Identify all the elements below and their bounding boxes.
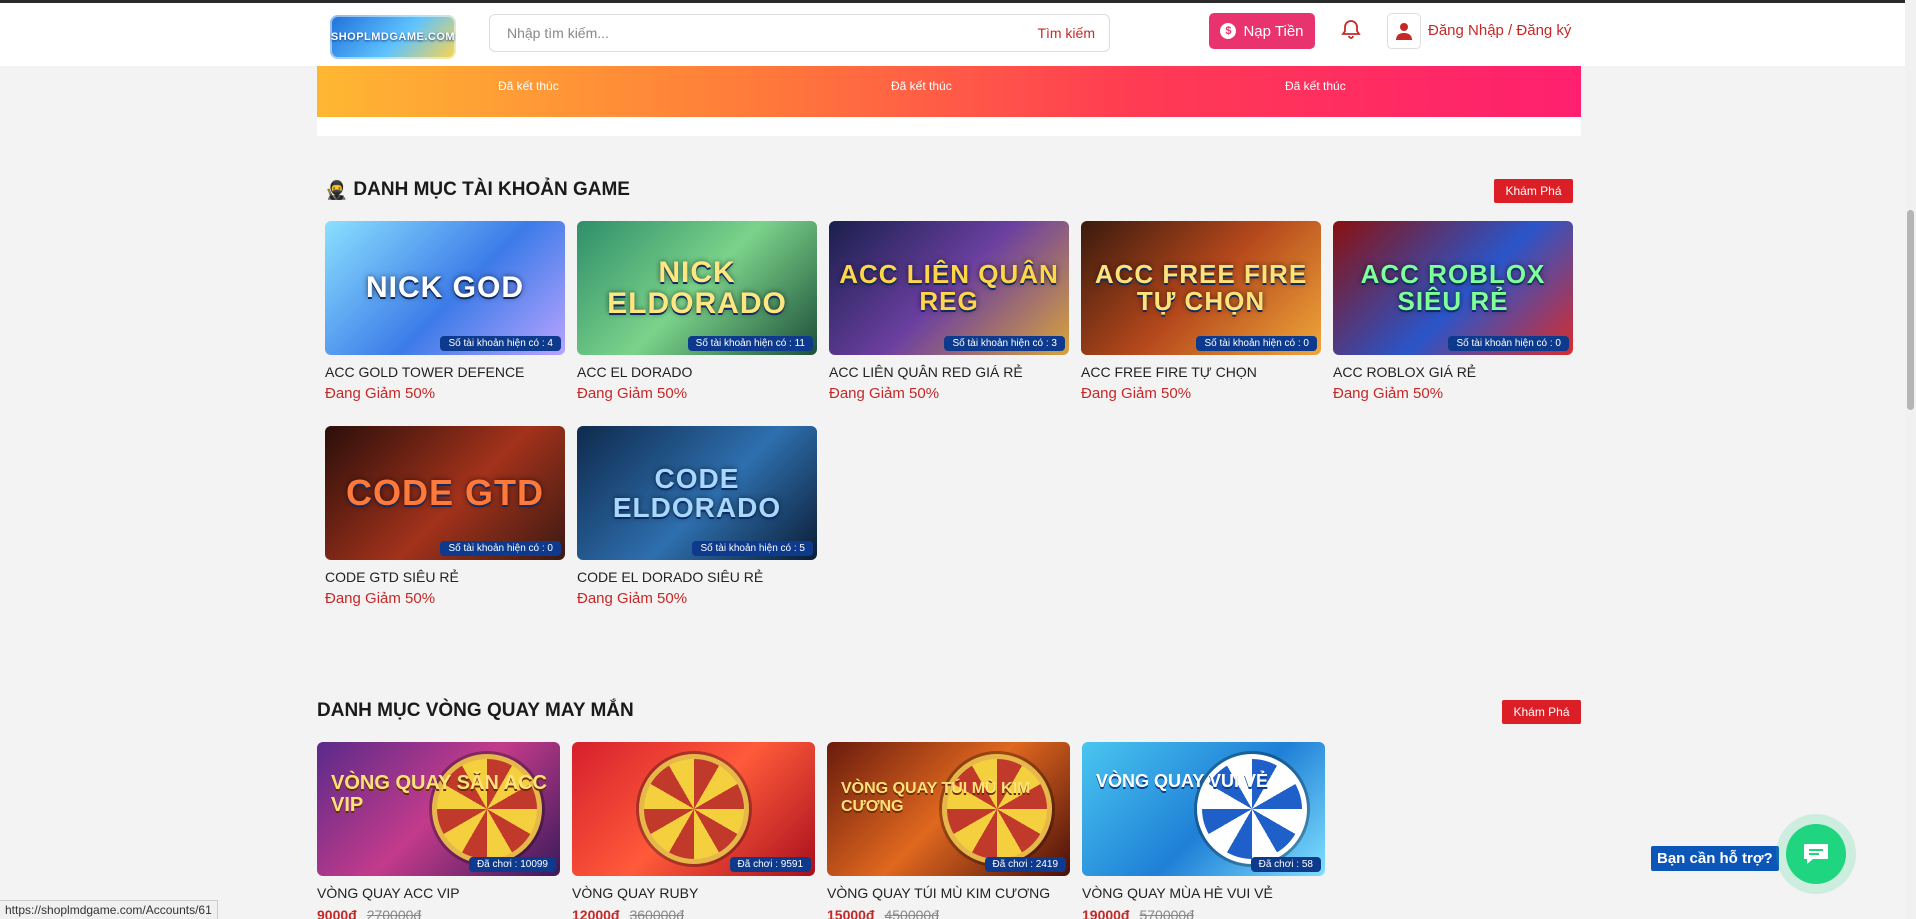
support-label[interactable]: Bạn cần hỗ trợ? [1651, 846, 1779, 871]
card-price: 15000đ 450000đ [827, 907, 939, 919]
plays-badge: Đã chơi : 9591 [729, 857, 811, 872]
account-card[interactable]: CODE GTD Số tài khoản hiện có : 0 CODE G… [325, 426, 565, 607]
plays-badge: Đã chơi : 2419 [984, 857, 1066, 872]
login-register-link[interactable]: Đăng Nhập / Đăng ký [1428, 22, 1571, 39]
flash-sale-banner: Đã kết thúc Đã kết thúc Đã kết thúc [317, 66, 1581, 117]
user-avatar-button[interactable] [1387, 13, 1421, 49]
section-title-accounts: 🥷 DANH MỤC TÀI KHOẢN GAME [325, 179, 630, 200]
plays-badge: Đã chơi : 58 [1250, 857, 1321, 872]
card-title: CODE GTD SIÊU RẺ [325, 569, 459, 585]
stock-badge: Số tài khoản hiện có : 0 [1196, 336, 1317, 351]
section-title-wheels: DANH MỤC VÒNG QUAY MAY MẮN [317, 700, 634, 721]
card-thumbnail: VÒNG QUAY VUI VẺ Đã chơi : 58 [1082, 742, 1325, 876]
card-discount: Đang Giảm 50% [577, 385, 688, 402]
account-card[interactable]: ACC LIÊN QUÂN REG Số tài khoản hiện có :… [829, 221, 1069, 402]
wheel-graphic [639, 754, 749, 864]
topup-label: Nạp Tiền [1243, 22, 1304, 40]
card-thumbnail: NICK ELDORADO Số tài khoản hiện có : 11 [577, 221, 817, 355]
card-title: VÒNG QUAY TÚI MÙ KIM CƯƠNG [827, 885, 1051, 901]
card-discount: Đang Giảm 50% [577, 590, 688, 607]
wheel-card[interactable]: VÒNG QUAY TÚI MÙ KIM CƯƠNG Đã chơi : 241… [827, 742, 1070, 919]
search-button[interactable]: Tìm kiếm [1037, 25, 1095, 41]
chat-icon [1804, 844, 1828, 864]
card-title: CODE EL DORADO SIÊU RẺ [577, 569, 764, 585]
card-thumbnail: ACC FREE FIRE TỰ CHỌN Số tài khoản hiện … [1081, 221, 1321, 355]
card-discount: Đang Giảm 50% [829, 385, 940, 402]
top-header: SHOPLMDGAME.COM Tìm kiếm $ Nạp Tiền Đăng… [0, 0, 1905, 66]
card-title: ACC FREE FIRE TỰ CHỌN [1081, 364, 1257, 380]
card-price: 12000đ 360000đ [572, 907, 684, 919]
card-thumbnail: VÒNG QUAY TÚI MÙ KIM CƯƠNG Đã chơi : 241… [827, 742, 1070, 876]
bell-icon[interactable] [1339, 18, 1363, 42]
stock-badge: Số tài khoản hiện có : 0 [440, 541, 561, 556]
banner-status: Đã kết thúc [891, 79, 952, 93]
card-title: ACC GOLD TOWER DEFENCE [325, 364, 525, 380]
support-chat-button[interactable] [1786, 824, 1846, 884]
banner-status: Đã kết thúc [1285, 79, 1346, 93]
banner-footer [317, 117, 1581, 136]
plays-badge: Đã chơi : 10099 [468, 857, 556, 872]
banner-status: Đã kết thúc [498, 79, 559, 93]
card-discount: Đang Giảm 50% [325, 385, 436, 402]
card-discount: Đang Giảm 50% [325, 590, 436, 607]
vertical-scrollbar[interactable] [1905, 0, 1916, 919]
card-thumbnail: Đã chơi : 9591 [572, 742, 815, 876]
card-title: ACC EL DORADO [577, 364, 693, 380]
stock-badge: Số tài khoản hiện có : 0 [1448, 336, 1569, 351]
stock-badge: Số tài khoản hiện có : 11 [687, 336, 813, 351]
card-title: VÒNG QUAY MÙA HÈ VUI VẺ [1082, 885, 1273, 901]
card-title: ACC LIÊN QUÂN RED GIÁ RẺ [829, 364, 1023, 380]
card-price: 9000đ 270000đ [317, 907, 422, 919]
card-discount: Đang Giảm 50% [1081, 385, 1192, 402]
site-logo[interactable]: SHOPLMDGAME.COM [330, 15, 456, 59]
account-card[interactable]: CODE ELDORADO Số tài khoản hiện có : 5 C… [577, 426, 817, 607]
link-status-bar: https://shoplmdgame.com/Accounts/61 [0, 900, 218, 919]
explore-accounts-button[interactable]: Khám Phá [1494, 179, 1573, 203]
account-card[interactable]: NICK GOD Số tài khoản hiện có : 4 ACC GO… [325, 221, 565, 402]
topup-button[interactable]: $ Nạp Tiền [1209, 13, 1315, 49]
card-title: VÒNG QUAY RUBY [572, 885, 699, 901]
explore-wheels-button[interactable]: Khám Phá [1502, 700, 1581, 724]
card-title: VÒNG QUAY ACC VIP [317, 885, 460, 901]
card-thumbnail: CODE ELDORADO Số tài khoản hiện có : 5 [577, 426, 817, 560]
card-title: ACC ROBLOX GIÁ RẺ [1333, 364, 1477, 380]
scrollbar-thumb[interactable] [1907, 210, 1914, 410]
ninja-icon: 🥷 [325, 179, 348, 200]
card-thumbnail: ACC LIÊN QUÂN REG Số tài khoản hiện có :… [829, 221, 1069, 355]
wheel-card[interactable]: Đã chơi : 9591 VÒNG QUAY RUBY 12000đ 3600… [572, 742, 815, 919]
card-discount: Đang Giảm 50% [1333, 385, 1444, 402]
stock-badge: Số tài khoản hiện có : 5 [692, 541, 813, 556]
search-bar: Tìm kiếm [489, 14, 1110, 52]
account-card[interactable]: NICK ELDORADO Số tài khoản hiện có : 11 … [577, 221, 817, 402]
wheel-card[interactable]: VÒNG QUAY SĂN ACC VIP Đã chơi : 10099 VÒ… [317, 742, 560, 919]
wheel-card[interactable]: VÒNG QUAY VUI VẺ Đã chơi : 58 VÒNG QUAY … [1082, 742, 1325, 919]
card-thumbnail: VÒNG QUAY SĂN ACC VIP Đã chơi : 10099 [317, 742, 560, 876]
card-price: 19000đ 570000đ [1082, 907, 1194, 919]
card-thumbnail: CODE GTD Số tài khoản hiện có : 0 [325, 426, 565, 560]
card-thumbnail: NICK GOD Số tài khoản hiện có : 4 [325, 221, 565, 355]
coin-icon: $ [1220, 23, 1237, 39]
stock-badge: Số tài khoản hiện có : 4 [440, 336, 561, 351]
stock-badge: Số tài khoản hiện có : 3 [944, 336, 1065, 351]
user-icon [1396, 23, 1412, 40]
search-input[interactable] [491, 16, 1011, 50]
account-card[interactable]: ACC FREE FIRE TỰ CHỌN Số tài khoản hiện … [1081, 221, 1321, 402]
account-card[interactable]: ACC ROBLOX SIÊU RẺ Số tài khoản hiện có … [1333, 221, 1573, 402]
card-thumbnail: ACC ROBLOX SIÊU RẺ Số tài khoản hiện có … [1333, 221, 1573, 355]
